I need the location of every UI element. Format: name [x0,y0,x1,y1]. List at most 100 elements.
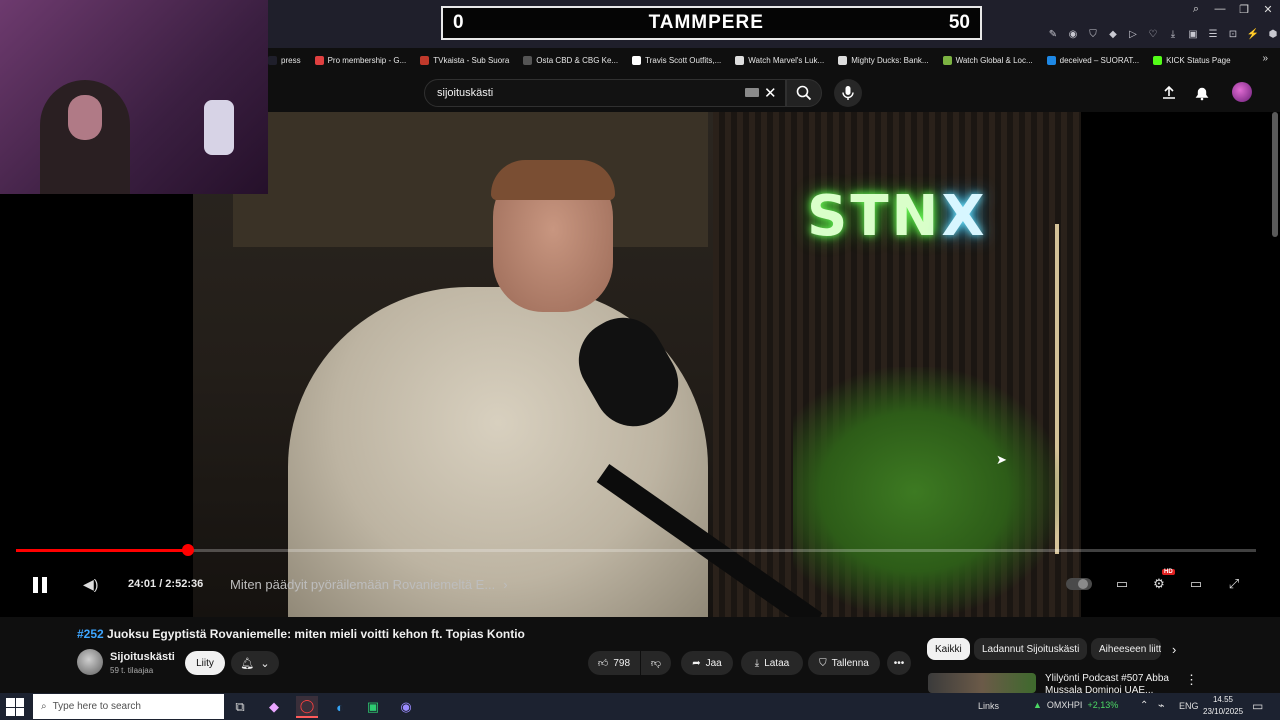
thumbs-up-icon: 👍︎ [597,658,609,669]
app-icon[interactable]: ◆ [263,696,285,718]
video-title-text: Juoksu Egyptistä Rovaniemelle: miten mie… [107,627,525,641]
bookmark-item[interactable]: Watch Marvel's Luk... [735,56,824,65]
chapter-label: Miten päädyit pyöräilemään Rovaniemeltä … [230,577,496,592]
bookmark-item[interactable]: Pro membership - G... [314,56,406,65]
more-actions-button[interactable]: ••• [887,651,911,675]
bookmark-item[interactable]: Watch Global & Loc... [942,56,1033,65]
window-controls: ⌕ — ❐ ✕ [1184,0,1280,18]
dislike-button[interactable]: 👎︎ [641,651,671,675]
streamer-face [68,95,102,140]
page-scrollbar[interactable] [1272,112,1278,237]
network-icon[interactable]: ⌁ [1158,699,1165,712]
channel-avatar[interactable] [77,649,103,675]
heart-icon[interactable]: ♡ [1146,27,1160,41]
search-button[interactable] [786,79,822,107]
pause-button[interactable] [30,575,50,595]
theater-mode-icon[interactable]: ▭ [1187,575,1205,593]
cube-icon[interactable]: ▣ [1186,27,1200,41]
chip-related[interactable]: Aiheeseen liittyvät [1091,638,1161,660]
host-hair [491,160,615,200]
notification-center-icon[interactable]: ▭ [1252,699,1263,713]
keyboard-icon[interactable] [745,88,759,97]
autoplay-toggle[interactable] [1066,578,1092,590]
close-button[interactable]: ✕ [1256,0,1280,18]
minimize-button[interactable]: — [1208,0,1232,18]
bookmark-item[interactable]: Mighty Ducks: Bank... [838,56,929,65]
download-button[interactable]: ⤓ Lataa [741,651,803,675]
bookmark-label: deceived – SUORAT... [1059,56,1140,65]
chip-uploads[interactable]: Ladannut Sijoituskästi [974,638,1088,660]
lock-icon[interactable]: ⊡ [1226,27,1240,41]
scoreboard-team: TAMMPERE [648,12,764,33]
edit-icon[interactable]: ✎ [1046,27,1060,41]
settings-gear-icon[interactable]: ⚙ [1150,575,1168,593]
logo-x: X [941,184,988,249]
save-button[interactable]: ⛉ Tallenna [808,651,880,675]
stock-widget[interactable]: ▲ OMXHPI +2,13% [1033,700,1118,710]
progress-scrubber[interactable] [182,544,194,556]
voice-search-button[interactable] [834,79,862,107]
scoreboard-left-score: 0 [453,12,464,33]
subscribed-bell-button[interactable]: 🔔︎ ⌄ [231,651,279,675]
stock-name: OMXHPI [1046,700,1083,710]
edge-browser-icon[interactable]: ◐ [329,696,351,718]
task-view-icon[interactable]: ⧉ [229,696,251,718]
join-button[interactable]: Liity [185,651,225,675]
notifications-bell-icon[interactable] [1194,85,1210,101]
browser-search-icon[interactable]: ⌕ [1184,0,1208,18]
create-upload-icon[interactable] [1161,85,1177,101]
bookmark-favicon-icon [838,56,848,65]
thumbs-down-icon: 👎︎ [650,658,662,669]
download-icon: ⤓ [754,657,760,669]
windows-start-icon[interactable] [6,698,24,716]
chapter-title[interactable]: Miten päädyit pyöräilemään Rovaniemeltä … [230,577,508,592]
camera-icon[interactable]: ◉ [1066,27,1080,41]
download-icon[interactable]: ⤓ [1166,27,1180,41]
share-button[interactable]: ➦ Jaa [681,651,733,675]
bell-icon: 🔔︎ [240,657,255,670]
restore-button[interactable]: ❐ [1232,0,1256,18]
menu-icon[interactable]: ☰ [1206,27,1220,41]
account-avatar[interactable] [1232,82,1252,102]
links-toolbar[interactable]: Links [978,701,999,711]
channel-name[interactable]: Sijoituskästi [110,651,175,663]
volume-icon[interactable]: ◀) [83,576,98,593]
bookmark-item[interactable]: press [268,56,301,65]
subtitles-icon[interactable]: ▭ [1113,575,1131,593]
wallet-icon[interactable]: ◆ [1106,27,1120,41]
shield-icon[interactable]: ⛉ [1086,27,1100,41]
chips-next-icon[interactable]: › [1172,642,1176,657]
bookmarks-more-icon[interactable]: » [1262,53,1268,64]
progress-bar[interactable] [16,549,1256,552]
fullscreen-icon[interactable]: ⤢ [1225,575,1243,593]
system-clock[interactable]: 14.55 23/10/2025 [1203,694,1243,718]
tray-expand-icon[interactable]: ⌃ [1140,700,1148,711]
clear-search-icon[interactable]: ✕ [764,84,777,102]
taskbar-search-input[interactable]: ⌕ Type here to search [33,694,224,719]
extension-icon[interactable]: ⚡ [1246,27,1260,41]
chip-all[interactable]: Kaikki [927,638,970,660]
logo-main: STN [807,184,942,249]
download-label: Lataa [764,657,790,669]
video-hashtag[interactable]: #252 [77,627,104,641]
subscriber-count: 59 t. tilaajaa [110,666,154,675]
bookmark-favicon-icon [268,56,277,65]
settings-cube-icon[interactable]: ⬢ [1266,27,1280,41]
chat-app-icon[interactable]: ▣ [362,696,384,718]
opera-browser-icon[interactable]: ◯ [296,696,318,718]
time-display: 24:01 / 2:52:36 [128,578,204,590]
bookmark-label: TVkaista - Sub Suora [433,56,510,65]
bookmark-item[interactable]: TVkaista - Sub Suora [420,56,509,65]
like-button[interactable]: 👍︎ 798 [588,651,640,675]
bookmark-item[interactable]: deceived – SUORAT... [1046,56,1140,65]
discord-icon[interactable]: ◉ [395,696,417,718]
bookmark-item[interactable]: Osta CBD & CBG Ke... [523,56,618,65]
recommendation-menu-icon[interactable]: ⋮ [1185,672,1198,688]
bookmark-item[interactable]: Travis Scott Outfits,... [632,56,721,65]
language-indicator[interactable]: ENG [1179,701,1199,711]
bookmark-item[interactable]: KICK Status Page [1153,56,1231,65]
play-icon[interactable]: ▷ [1126,27,1140,41]
search-input[interactable]: sijoituskästi [424,79,786,107]
recommendation-title[interactable]: Ylilyönti Podcast #507 Abba Mussala Domi… [1045,673,1175,693]
recommendation-thumbnail[interactable] [928,673,1036,693]
